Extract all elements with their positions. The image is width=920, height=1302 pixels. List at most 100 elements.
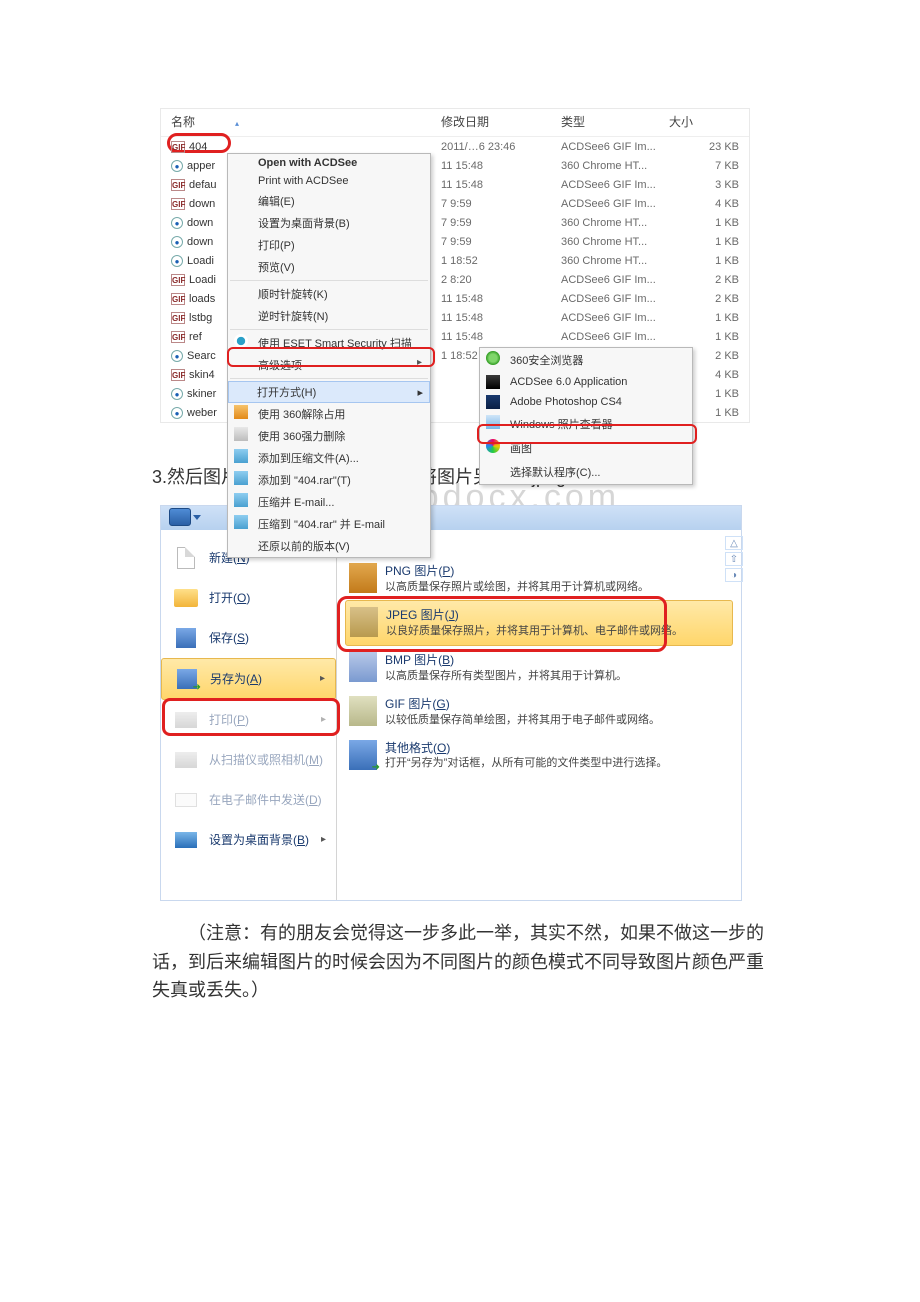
html-icon: ●	[171, 407, 183, 419]
menu-item[interactable]: 逆时针旋转(N)	[228, 305, 430, 327]
file-size: 7 KB	[669, 160, 749, 172]
paint-menu-button[interactable]	[169, 508, 191, 526]
menu-item[interactable]: 打印(P)	[228, 234, 430, 256]
html-icon: ●	[171, 388, 183, 400]
submenu-arrow-icon: ▸	[321, 714, 326, 725]
menu-item[interactable]: 编辑(E)	[228, 190, 430, 212]
file-type: ACDSee6 GIF Im...	[561, 331, 669, 343]
gif-icon: GIF	[171, 369, 185, 381]
menu-item[interactable]: 使用 360解除占用	[228, 403, 430, 425]
saveas-icon	[177, 669, 197, 689]
file-type: 360 Chrome HT...	[561, 217, 669, 229]
menu-item[interactable]: Print with ACDSee	[228, 172, 430, 190]
menu-item[interactable]: 添加到 "404.rar"(T)	[228, 469, 430, 491]
file-menu-item-scan[interactable]: 从扫描仪或照相机(M)	[161, 740, 336, 780]
menu-item[interactable]: 设置为桌面背景(B)	[228, 212, 430, 234]
format-png[interactable]: PNG 图片(P)以高质量保存照片或绘图，并将其用于计算机或网络。	[345, 557, 733, 601]
menu-item[interactable]: 使用 360强力删除	[228, 425, 430, 447]
submenu-item[interactable]: Windows 照片查看器	[480, 412, 692, 436]
gif-icon: GIF	[171, 293, 185, 305]
file-size: 1 KB	[669, 255, 749, 267]
email-icon	[175, 793, 197, 807]
sort-indicator-icon: ▴	[235, 119, 239, 128]
note-text: （注意：有的朋友会觉得这一步多此一举，其实不然，如果不做这一步的话，到后来编辑图…	[152, 919, 772, 1005]
format-jpeg[interactable]: JPEG 图片(J)以良好质量保存照片，并将其用于计算机、电子邮件或网络。	[345, 600, 733, 646]
col-name[interactable]: 名称▴	[171, 113, 441, 130]
file-menu-left[interactable]: 新建(N)打开(O)保存(S)另存为(A)▸打印(P)▸从扫描仪或照相机(M)在…	[161, 530, 337, 900]
context-menu[interactable]: Open with ACDSeePrint with ACDSee编辑(E)设置…	[227, 153, 431, 558]
file-date: 7 9:59	[441, 236, 561, 248]
file-name: 404	[189, 141, 207, 153]
file-name: lstbg	[189, 312, 212, 324]
file-date: 11 15:48	[441, 331, 561, 343]
submenu-item[interactable]: Adobe Photoshop CS4	[480, 392, 692, 412]
gif-icon: GIF	[171, 331, 185, 343]
menu-item[interactable]: 压缩并 E-mail...	[228, 491, 430, 513]
gif-format-icon	[349, 696, 377, 726]
gif-icon: GIF	[171, 274, 185, 286]
file-menu-item-print[interactable]: 打印(P)▸	[161, 700, 336, 740]
submenu-item[interactable]: 画图	[480, 436, 692, 460]
file-date: 2 8:20	[441, 274, 561, 286]
ps-icon	[486, 395, 500, 409]
submenu-arrow-icon: ▸	[321, 834, 326, 845]
file-name: skiner	[187, 388, 216, 400]
file-size: 4 KB	[669, 198, 749, 210]
file-name: skin4	[189, 369, 215, 381]
menu-item[interactable]: 打开方式(H)▸	[228, 381, 430, 403]
wpv-icon	[486, 415, 500, 429]
file-date: 11 15:48	[441, 160, 561, 172]
col-type[interactable]: 类型	[561, 113, 669, 130]
col-size[interactable]: 大小	[669, 113, 749, 130]
save-icon	[176, 628, 196, 648]
file-menu-item-email[interactable]: 在电子邮件中发送(D)	[161, 780, 336, 820]
wall-icon	[175, 832, 197, 848]
html-icon: ●	[171, 255, 183, 267]
file-menu-item-saveas[interactable]: 另存为(A)▸	[161, 658, 336, 700]
360d-icon	[234, 427, 248, 441]
file-menu-item-save[interactable]: 保存(S)	[161, 618, 336, 658]
file-name: down	[187, 217, 213, 229]
submenu-item[interactable]: 选择默认程序(C)...	[480, 460, 692, 484]
file-menu-right: 另存为 PNG 图片(P)以高质量保存照片或绘图，并将其用于计算机或网络。JPE…	[337, 530, 741, 900]
other-format-icon	[349, 740, 377, 770]
html-icon: ●	[171, 350, 183, 362]
menu-item[interactable]: 顺时针旋转(K)	[228, 283, 430, 305]
format-other[interactable]: 其他格式(O)打开“另存为”对话框，从所有可能的文件类型中进行选择。	[345, 734, 733, 778]
file-size: 2 KB	[669, 293, 749, 305]
open-with-submenu[interactable]: 360安全浏览器ACDSee 6.0 ApplicationAdobe Phot…	[479, 347, 693, 485]
file-type: ACDSee6 GIF Im...	[561, 179, 669, 191]
dropdown-icon	[193, 515, 201, 520]
menu-item[interactable]: 预览(V)	[228, 256, 430, 278]
file-date: 11 15:48	[441, 293, 561, 305]
menu-item[interactable]: 使用 ESET Smart Security 扫描	[228, 332, 430, 354]
file-name: Loadi	[187, 255, 214, 267]
eset-icon	[234, 334, 248, 348]
submenu-item[interactable]: 360安全浏览器	[480, 348, 692, 372]
html-icon: ●	[171, 160, 183, 172]
file-date: 7 9:59	[441, 198, 561, 210]
menu-item[interactable]: Open with ACDSee	[228, 154, 430, 172]
submenu-item[interactable]: ACDSee 6.0 Application	[480, 372, 692, 392]
file-type: ACDSee6 GIF Im...	[561, 312, 669, 324]
file-menu-item-open[interactable]: 打开(O)	[161, 578, 336, 618]
format-bmp[interactable]: BMP 图片(B)以高质量保存所有类型图片，并将其用于计算机。	[345, 646, 733, 690]
menu-item[interactable]: 高级选项	[228, 354, 430, 376]
gif-icon: GIF	[171, 141, 185, 153]
file-size: 1 KB	[669, 217, 749, 229]
menu-item[interactable]: 还原以前的版本(V)	[228, 535, 430, 557]
new-icon	[177, 547, 195, 569]
file-date: 11 15:48	[441, 179, 561, 191]
bmp-format-icon	[349, 652, 377, 682]
file-size: 1 KB	[669, 236, 749, 248]
format-gif[interactable]: GIF 图片(G)以较低质量保存简单绘图，并将其用于电子邮件或网络。	[345, 690, 733, 734]
col-date[interactable]: 修改日期	[441, 113, 561, 130]
menu-item[interactable]: 压缩到 "404.rar" 并 E-mail	[228, 513, 430, 535]
jpeg-format-icon	[350, 607, 378, 637]
360b-icon	[486, 351, 500, 365]
file-date: 7 9:59	[441, 217, 561, 229]
file-menu-item-wall[interactable]: 设置为桌面背景(B)▸	[161, 820, 336, 860]
menu-item[interactable]: 添加到压缩文件(A)...	[228, 447, 430, 469]
file-size: 1 KB	[669, 331, 749, 343]
file-type: 360 Chrome HT...	[561, 160, 669, 172]
